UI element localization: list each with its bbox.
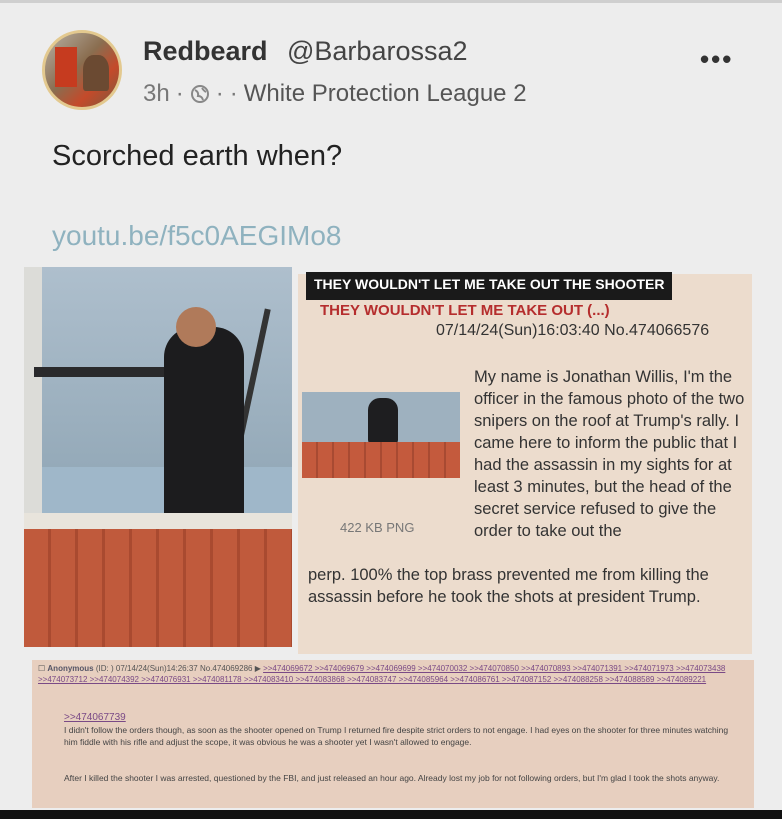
post-body-right: My name is Jonathan Willis, I'm the offi… [474,368,745,540]
reply-header: ☐ Anonymous (ID: ) 07/14/24(Sun)14:26:37… [38,663,750,685]
photo-figure [164,327,244,527]
globe-icon [190,85,209,103]
quote-link[interactable]: >>474067739 [64,712,126,723]
reply-meta: 07/14/24(Sun)14:26:37 No.474069286 ▶ [115,664,261,673]
photo-wall [24,529,292,647]
avatar-detail [55,47,77,87]
separator: · [215,80,224,107]
display-name[interactable]: Redbeard [143,36,268,67]
separator: · [175,80,184,107]
separator: · [229,80,238,107]
photo-pole [24,267,42,517]
group-name[interactable]: White Protection League 2 [244,80,527,108]
thread-title: THEY WOULDN'T LET ME TAKE OUT (...) [320,302,610,319]
more-options-icon[interactable]: ••• [700,44,733,75]
reply-id-close: ) [111,664,114,673]
thumb-figure [368,398,398,444]
file-size: 422 KB PNG [340,520,415,535]
photo-rifle [34,367,184,377]
avatar-detail [83,55,109,91]
post-link[interactable]: youtu.be/f5c0AEGIMo8 [52,220,342,252]
reply-body-1: I didn't follow the orders though, as so… [64,725,729,747]
photo-head [176,307,216,347]
checkbox-icon[interactable]: ☐ [38,664,45,673]
overlay-title: THEY WOULDN'T LET ME TAKE OUT THE SHOOTE… [306,272,673,300]
thumbnail-image[interactable] [302,392,460,478]
reply-author: Anonymous [47,664,94,673]
reply-id-label: (ID: [95,664,109,673]
reply-body-2: After I killed the shooter I was arreste… [64,773,720,783]
post-body-full: perp. 100% the top brass prevented me fr… [308,566,709,606]
bottom-bar [0,810,782,819]
post-time: 3h [143,80,170,107]
post-meta: 3h · · · White Protection League 2 [143,80,527,108]
avatar[interactable] [42,30,122,110]
sniper-photo[interactable] [24,267,292,647]
thumb-wall [302,442,460,478]
user-handle[interactable]: @Barbarossa2 [287,36,468,67]
post-text: Scorched earth when? [52,140,343,172]
top-divider [0,0,782,3]
thread-meta: 07/14/24(Sun)16:03:40 No.474066576 [436,322,710,339]
